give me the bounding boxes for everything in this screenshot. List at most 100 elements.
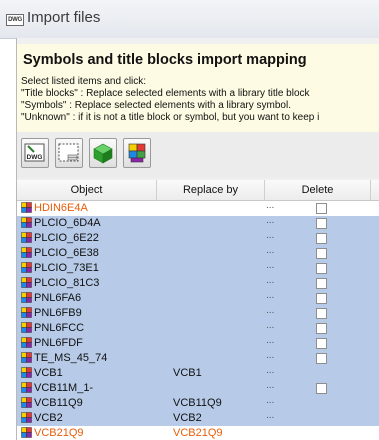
browse-button[interactable]: ... — [266, 333, 274, 348]
delete-checkbox[interactable] — [316, 263, 327, 274]
colored-blocks-icon — [21, 397, 32, 408]
delete-checkbox[interactable] — [316, 293, 327, 304]
column-header-object[interactable]: Object — [17, 180, 157, 200]
window-titlebar: DWG Import files — [0, 0, 379, 39]
object-name: VCB21Q9 — [34, 427, 84, 439]
object-name: PLCIO_73E1 — [34, 262, 99, 274]
object-cell: VCB21Q9 — [21, 426, 84, 440]
browse-button[interactable]: ... — [266, 273, 274, 288]
replace-by-cell: VCB21Q9 — [173, 427, 223, 439]
table-row[interactable]: PNL6FB9... — [17, 303, 379, 321]
delete-checkbox[interactable] — [316, 218, 327, 229]
table-row[interactable]: PNL6FCC... — [17, 318, 379, 336]
table-row[interactable]: PLCIO_6D4A... — [17, 213, 379, 231]
table-row[interactable]: HDIN6E4A... — [17, 198, 379, 216]
table-row[interactable]: PLCIO_73E1... — [17, 258, 379, 276]
table-row[interactable]: VCB21Q9 VCB21Q9 — [17, 426, 379, 440]
object-name: HDIN6E4A — [34, 202, 88, 214]
delete-checkbox[interactable] — [316, 383, 327, 394]
dwg-file-icon: DWG — [6, 14, 24, 26]
replace-by-cell: VCB2 — [173, 412, 202, 424]
replace-by-cell: VCB1 — [173, 367, 202, 379]
instruction-line: Select listed items and click: — [21, 76, 147, 87]
browse-button[interactable]: ... — [266, 303, 274, 318]
table-row[interactable]: VCB11M_1-... — [17, 378, 379, 396]
colored-blocks-icon — [21, 322, 32, 333]
object-cell: PLCIO_6E22 — [21, 231, 99, 246]
delete-checkbox[interactable] — [316, 308, 327, 319]
unknown-button[interactable] — [123, 138, 151, 168]
instruction-line: "Symbols" : Replace selected elements wi… — [21, 100, 291, 111]
object-cell: TE_MS_45_74 — [21, 351, 107, 366]
colored-blocks-icon — [21, 367, 32, 378]
delete-checkbox[interactable] — [316, 233, 327, 244]
delete-checkbox[interactable] — [316, 338, 327, 349]
object-cell: PLCIO_6E38 — [21, 246, 99, 261]
browse-button[interactable]: ... — [266, 378, 274, 393]
table-row[interactable]: VCB1 VCB1... — [17, 363, 379, 381]
object-cell: PNL6FA6 — [21, 291, 81, 306]
colored-blocks-icon — [21, 217, 32, 228]
dwg-file-icon: DWG — [24, 143, 45, 162]
browse-button[interactable]: ... — [266, 213, 274, 228]
browse-button[interactable]: ... — [266, 393, 274, 408]
object-cell: PNL6FCC — [21, 321, 84, 336]
table-row[interactable]: PLCIO_81C3... — [17, 273, 379, 291]
browse-button[interactable]: ... — [266, 363, 274, 378]
delete-checkbox[interactable] — [316, 323, 327, 334]
colored-blocks-icon — [21, 262, 32, 273]
svg-text:DWG: DWG — [27, 154, 43, 161]
colored-blocks-icon — [21, 202, 32, 213]
delete-checkbox[interactable] — [316, 278, 327, 289]
browse-button[interactable]: ... — [266, 198, 274, 213]
delete-checkbox[interactable] — [316, 203, 327, 214]
table-row[interactable]: PLCIO_6E38... — [17, 243, 379, 261]
toolbar: DWG — [17, 132, 379, 178]
table-row[interactable]: PNL6FA6... — [17, 288, 379, 306]
dwg-button[interactable]: DWG — [21, 138, 49, 168]
browse-button[interactable]: ... — [266, 243, 274, 258]
title-block-button[interactable] — [55, 138, 83, 168]
object-cell: PLCIO_81C3 — [21, 276, 99, 291]
object-name: VCB2 — [34, 412, 63, 424]
table-header: Object Replace by Delete — [17, 180, 379, 201]
object-name: VCB11Q9 — [34, 397, 83, 409]
mapping-table: Object Replace by Delete HDIN6E4A... PLCI… — [17, 180, 379, 440]
object-cell: PLCIO_6D4A — [21, 216, 101, 231]
colored-blocks-icon — [128, 143, 146, 163]
import-mapping-panel: Symbols and title blocks import mapping … — [16, 38, 379, 440]
object-cell: VCB11M_1- — [21, 381, 93, 396]
table-row[interactable]: VCB2 VCB2... — [17, 408, 379, 426]
title-block-icon — [58, 143, 79, 162]
symbol-button[interactable] — [89, 138, 117, 168]
column-header-delete[interactable]: Delete — [265, 180, 371, 200]
colored-blocks-icon — [21, 352, 32, 363]
object-name: PLCIO_6D4A — [34, 217, 101, 229]
table-row[interactable]: TE_MS_45_74... — [17, 348, 379, 366]
object-cell: PNL6FDF — [21, 336, 83, 351]
object-cell: PLCIO_73E1 — [21, 261, 99, 276]
browse-button[interactable]: ... — [266, 228, 274, 243]
colored-blocks-icon — [21, 277, 32, 288]
browse-button[interactable]: ... — [266, 318, 274, 333]
green-cube-icon — [93, 143, 113, 164]
object-name: VCB11M_1- — [34, 382, 94, 394]
browse-button[interactable]: ... — [266, 288, 274, 303]
object-name: PLCIO_6E22 — [34, 232, 99, 244]
table-row[interactable]: VCB11Q9 VCB11Q9... — [17, 393, 379, 411]
object-name: PNL6FDF — [34, 337, 83, 349]
delete-checkbox[interactable] — [316, 353, 327, 364]
browse-button[interactable]: ... — [266, 258, 274, 273]
window-title: Import files — [27, 9, 101, 26]
browse-button[interactable]: ... — [266, 408, 274, 423]
colored-blocks-icon — [21, 247, 32, 258]
column-header-replace-by[interactable]: Replace by — [157, 180, 265, 200]
browse-button[interactable]: ... — [266, 348, 274, 363]
object-name: TE_MS_45_74 — [34, 352, 108, 364]
info-header: Symbols and title blocks import mapping … — [17, 44, 379, 132]
delete-checkbox[interactable] — [316, 248, 327, 259]
object-cell: VCB1 — [21, 366, 63, 381]
colored-blocks-icon — [21, 412, 32, 423]
table-row[interactable]: PNL6FDF... — [17, 333, 379, 351]
table-row[interactable]: PLCIO_6E22... — [17, 228, 379, 246]
